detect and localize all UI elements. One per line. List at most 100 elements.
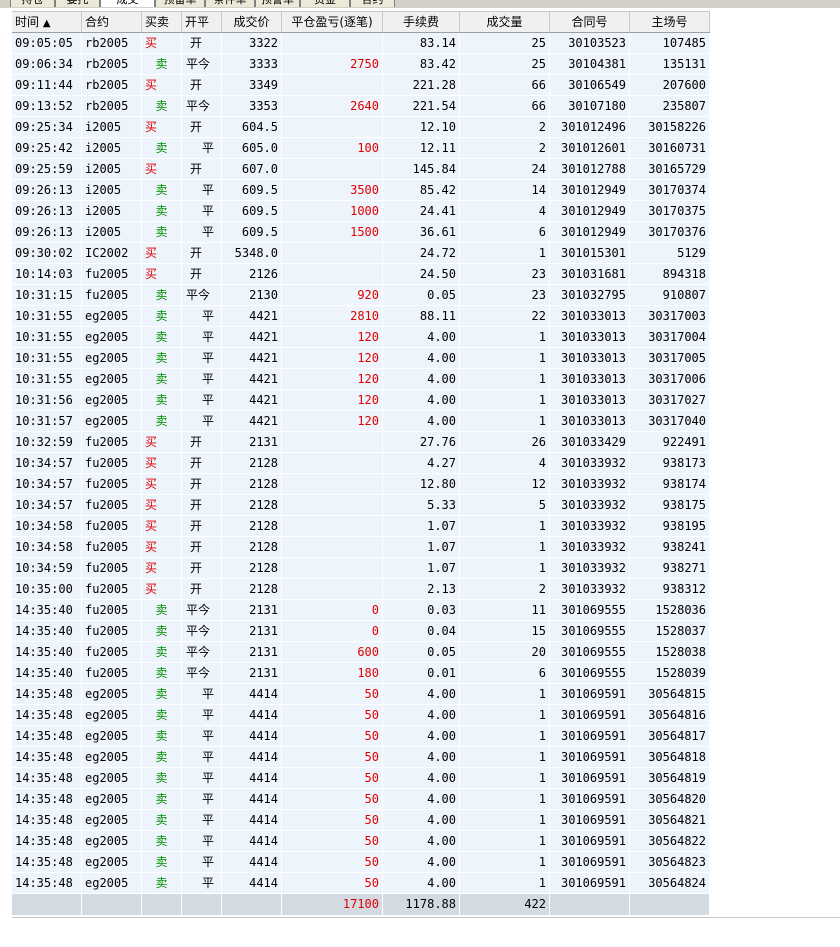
cell-openclose: 平	[182, 831, 222, 852]
cell-contract-no: 301069591	[550, 810, 630, 831]
table-row[interactable]: 14:35:48 eg2005 卖平 4414 50 4.00 1 301069591 3056…	[12, 705, 710, 726]
cell-contract: i2005	[82, 117, 142, 138]
cell-exchange-no: 938241	[630, 537, 710, 558]
cell-side: 卖	[142, 222, 182, 243]
table-row[interactable]: 10:34:59 fu2005 买开 2128 1.07 1 301033932 938271	[12, 558, 710, 579]
table-row[interactable]: 09:25:42 i2005 卖平 605.0 100 12.11 2 301012601 30…	[12, 138, 710, 159]
table-row[interactable]: 14:35:40 fu2005 卖平今 2131 0 0.03 11 301069555 152…	[12, 600, 710, 621]
col-header-exchange-no[interactable]: 主场号	[630, 12, 710, 32]
cell-fee: 4.00	[383, 789, 460, 810]
cell-fee: 4.00	[383, 810, 460, 831]
table-row[interactable]: 09:26:13 i2005 卖平 609.5 3500 85.42 14 301012949…	[12, 180, 710, 201]
col-header-side[interactable]: 买卖	[142, 12, 182, 32]
cell-openclose: 开	[182, 579, 222, 600]
tab-4[interactable]: 条件单	[205, 0, 255, 7]
table-row[interactable]: 10:32:59 fu2005 买开 2131 27.76 26 301033429 9224…	[12, 432, 710, 453]
cell-price: 3353	[222, 96, 282, 117]
table-row[interactable]: 10:31:55 eg2005 卖平 4421 120 4.00 1 301033013 303…	[12, 369, 710, 390]
cell-fee: 27.76	[383, 432, 460, 453]
table-row[interactable]: 10:34:57 fu2005 买开 2128 12.80 12 301033932 9381…	[12, 474, 710, 495]
table-row[interactable]: 09:11:44 rb2005 买开 3349 221.28 66 30106549 2076…	[12, 75, 710, 96]
table-row[interactable]: 10:34:58 fu2005 买开 2128 1.07 1 301033932 938241	[12, 537, 710, 558]
cell-side: 卖	[142, 831, 182, 852]
cell-time: 10:34:58	[12, 537, 82, 558]
cell-price: 609.5	[222, 201, 282, 222]
cell-contract-no: 30104381	[550, 54, 630, 75]
table-row[interactable]: 09:25:59 i2005 买开 607.0 145.84 24 301012788 301…	[12, 159, 710, 180]
cell-time: 10:34:57	[12, 453, 82, 474]
tab-7[interactable]: 合约	[350, 0, 395, 7]
table-row[interactable]: 10:31:55 eg2005 卖平 4421 2810 88.11 22 301033013…	[12, 306, 710, 327]
table-row[interactable]: 14:35:48 eg2005 卖平 4414 50 4.00 1 301069591 3056…	[12, 831, 710, 852]
cell-exchange-no: 922491	[630, 432, 710, 453]
cell-contract-no: 301012601	[550, 138, 630, 159]
table-row[interactable]: 14:35:48 eg2005 卖平 4414 50 4.00 1 301069591 3056…	[12, 726, 710, 747]
table-row[interactable]: 14:35:48 eg2005 卖平 4414 50 4.00 1 301069591 3056…	[12, 810, 710, 831]
divider	[12, 917, 840, 918]
cell-fee: 1.07	[383, 558, 460, 579]
cell-side: 买	[142, 474, 182, 495]
col-header-volume[interactable]: 成交量	[460, 12, 550, 32]
tab-5[interactable]: 预警单	[255, 0, 300, 7]
cell-time: 14:35:48	[12, 684, 82, 705]
cell-contract-no: 301031681	[550, 264, 630, 285]
cell-contract-no: 301033013	[550, 327, 630, 348]
tab-3[interactable]: 预备单	[155, 0, 205, 7]
cell-contract: fu2005	[82, 264, 142, 285]
total-volume: 422	[460, 894, 550, 915]
table-row[interactable]: 14:35:40 fu2005 卖平今 2131 600 0.05 20 301069555 1…	[12, 642, 710, 663]
table-row[interactable]: 10:34:57 fu2005 买开 2128 4.27 4 301033932 938173	[12, 453, 710, 474]
col-header-contract[interactable]: 合约	[82, 12, 142, 32]
table-row[interactable]: 14:35:48 eg2005 卖平 4414 50 4.00 1 301069591 3056…	[12, 768, 710, 789]
col-header-pnl[interactable]: 平仓盈亏(逐笔)	[282, 12, 383, 32]
table-row[interactable]: 09:25:34 i2005 买开 604.5 12.10 2 301012496 30158…	[12, 117, 710, 138]
table-row[interactable]: 09:26:13 i2005 卖平 609.5 1500 36.61 6 301012949 3…	[12, 222, 710, 243]
cell-time: 10:31:55	[12, 306, 82, 327]
cell-contract: eg2005	[82, 852, 142, 873]
table-row[interactable]: 14:35:48 eg2005 卖平 4414 50 4.00 1 301069591 3056…	[12, 873, 710, 894]
cell-openclose: 平	[182, 180, 222, 201]
col-header-openclose[interactable]: 开平	[182, 12, 222, 32]
table-row[interactable]: 09:30:02 IC2002 买开 5348.0 24.72 1 301015301 512…	[12, 243, 710, 264]
table-row[interactable]: 10:31:55 eg2005 卖平 4421 120 4.00 1 301033013 303…	[12, 348, 710, 369]
table-row[interactable]: 10:31:56 eg2005 卖平 4421 120 4.00 1 301033013 303…	[12, 390, 710, 411]
tab-2[interactable]: 成交	[100, 0, 155, 7]
table-row[interactable]: 14:35:48 eg2005 卖平 4414 50 4.00 1 301069591 3056…	[12, 852, 710, 873]
col-header-time[interactable]: 时间 ▲	[12, 12, 82, 32]
table-row[interactable]: 09:26:13 i2005 卖平 609.5 1000 24.41 4 301012949 3…	[12, 201, 710, 222]
cell-time: 14:35:48	[12, 831, 82, 852]
table-row[interactable]: 09:06:34 rb2005 卖平今 3333 2750 83.42 25 30104381…	[12, 54, 710, 75]
table-row[interactable]: 14:35:40 fu2005 卖平今 2131 180 0.01 6 301069555 15…	[12, 663, 710, 684]
table-row[interactable]: 10:14:03 fu2005 买开 2126 24.50 23 301031681 8943…	[12, 264, 710, 285]
cell-price: 2128	[222, 558, 282, 579]
cell-price: 4414	[222, 768, 282, 789]
tab-1[interactable]: 委托	[55, 0, 100, 7]
table-row[interactable]: 14:35:48 eg2005 卖平 4414 50 4.00 1 301069591 3056…	[12, 789, 710, 810]
table-row[interactable]: 10:35:00 fu2005 买开 2128 2.13 2 301033932 938312	[12, 579, 710, 600]
cell-pnl: 2640	[282, 96, 383, 117]
cell-openclose: 平	[182, 327, 222, 348]
table-row[interactable]: 10:31:57 eg2005 卖平 4421 120 4.00 1 301033013 303…	[12, 411, 710, 432]
cell-side: 卖	[142, 684, 182, 705]
col-header-contract-no[interactable]: 合同号	[550, 12, 630, 32]
cell-side: 卖	[142, 390, 182, 411]
cell-side: 卖	[142, 852, 182, 873]
cell-fee: 12.80	[383, 474, 460, 495]
cell-side: 卖	[142, 411, 182, 432]
table-row[interactable]: 10:34:57 fu2005 买开 2128 5.33 5 301033932 938175	[12, 495, 710, 516]
col-header-fee[interactable]: 手续费	[383, 12, 460, 32]
tab-0[interactable]: 持仓	[10, 0, 55, 7]
table-row[interactable]: 09:13:52 rb2005 卖平今 3353 2640 221.54 66 3010718…	[12, 96, 710, 117]
tab-6[interactable]: 资金	[300, 0, 350, 7]
table-row[interactable]: 14:35:48 eg2005 卖平 4414 50 4.00 1 301069591 3056…	[12, 747, 710, 768]
table-row[interactable]: 10:31:15 fu2005 卖平今 2130 920 0.05 23 301032795 9…	[12, 285, 710, 306]
cell-time: 09:06:34	[12, 54, 82, 75]
table-row[interactable]: 14:35:40 fu2005 卖平今 2131 0 0.04 15 301069555 152…	[12, 621, 710, 642]
cell-pnl: 100	[282, 138, 383, 159]
table-row[interactable]: 14:35:48 eg2005 卖平 4414 50 4.00 1 301069591 3056…	[12, 684, 710, 705]
table-row[interactable]: 10:34:58 fu2005 买开 2128 1.07 1 301033932 938195	[12, 516, 710, 537]
table-row[interactable]: 09:05:05 rb2005 买开 3322 83.14 25 30103523 10748…	[12, 33, 710, 54]
table-row[interactable]: 10:31:55 eg2005 卖平 4421 120 4.00 1 301033013 303…	[12, 327, 710, 348]
col-header-price[interactable]: 成交价	[222, 12, 282, 32]
cell-price: 2131	[222, 621, 282, 642]
